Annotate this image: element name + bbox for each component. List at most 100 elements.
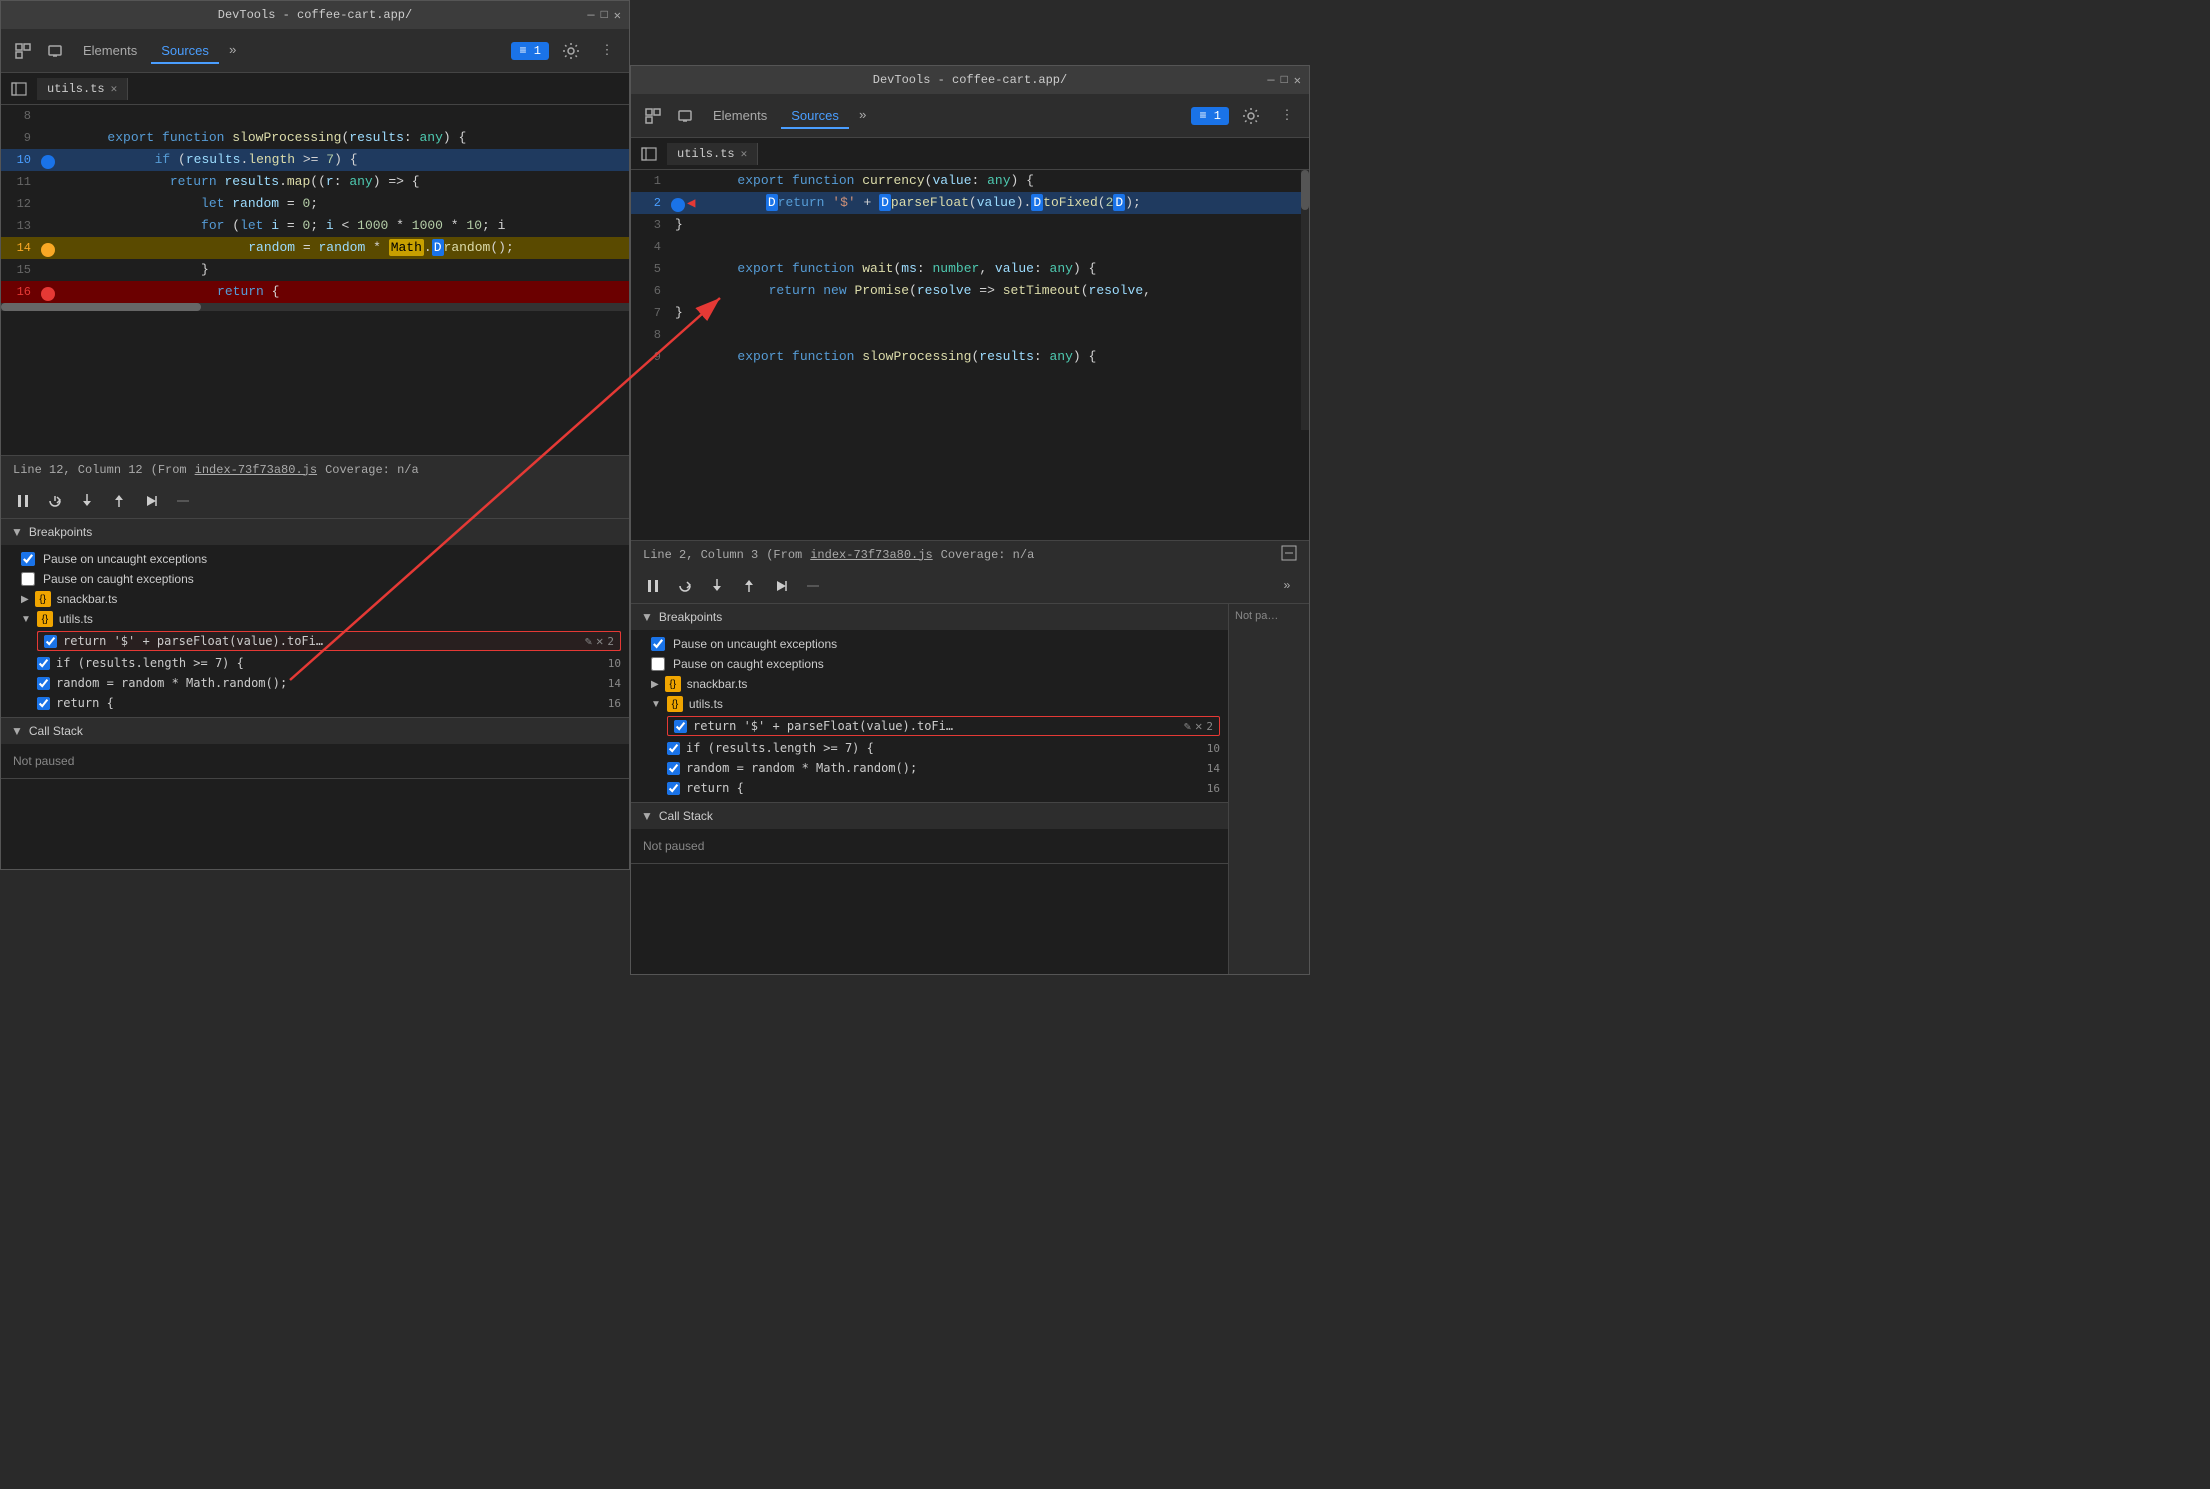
bp-item-length-1: if (results.length >= 7) { 10	[1, 653, 629, 673]
close-btn-2[interactable]: ✕	[1294, 73, 1301, 88]
pause-resume-btn-2[interactable]	[639, 572, 667, 600]
scrollbar-h-1[interactable]	[1, 303, 629, 311]
code-line-2-7: 7 }	[631, 302, 1309, 324]
window-controls-1[interactable]: — □ ✕	[587, 8, 621, 23]
file-tab-utils-2[interactable]: utils.ts ✕	[667, 143, 758, 165]
scrollbar-thumb-1[interactable]	[1, 303, 201, 311]
devtools-window-1: DevTools - coffee-cart.app/ — □ ✕ Elemen…	[0, 0, 630, 870]
source-file-link-1[interactable]: index-73f73a80.js	[195, 463, 317, 477]
utils-label-1: utils.ts	[59, 612, 93, 626]
settings-icon-1[interactable]	[557, 37, 585, 65]
pause-uncaught-checkbox-1[interactable]	[21, 552, 35, 566]
continue-btn-2[interactable]	[767, 572, 795, 600]
snackbar-label-2: snackbar.ts	[687, 677, 748, 691]
file-tab-utils-1[interactable]: utils.ts ✕	[37, 78, 128, 100]
maximize-btn-2[interactable]: □	[1281, 73, 1288, 87]
bp-random-checkbox-1[interactable]	[37, 677, 50, 690]
not-paused-1: Not paused	[1, 748, 629, 774]
call-stack-header-1[interactable]: ▼ Call Stack	[1, 718, 629, 744]
close-btn-1[interactable]: ✕	[614, 8, 621, 23]
settings-icon-2[interactable]	[1237, 102, 1265, 130]
step-over-btn-2[interactable]	[671, 572, 699, 600]
snackbar-label-1: snackbar.ts	[57, 592, 118, 606]
call-stack-header-2[interactable]: ▼ Call Stack	[631, 803, 1228, 829]
bp-currency-checkbox-2[interactable]	[674, 720, 687, 733]
file-tab-row-1: utils.ts ✕	[1, 73, 629, 105]
call-stack-arrow-2: ▼	[641, 809, 653, 823]
pause-caught-checkbox-1[interactable]	[21, 572, 35, 586]
pause-caught-item-1: Pause on caught exceptions	[1, 569, 629, 589]
bp-delete-icon-1[interactable]: ✕	[596, 634, 603, 648]
bp-length-checkbox-1[interactable]	[37, 657, 50, 670]
device-icon-1[interactable]	[41, 37, 69, 65]
bp-random-checkbox-2[interactable]	[667, 762, 680, 775]
minimize-btn-1[interactable]: —	[587, 8, 594, 22]
coverage-2: Coverage: n/a	[941, 548, 1035, 562]
pause-uncaught-label-2: Pause on uncaught exceptions	[673, 637, 837, 651]
breakpoints-header-1[interactable]: ▼ Breakpoints	[1, 519, 629, 545]
utils-group-2[interactable]: ▼ {} utils.ts	[631, 694, 1228, 714]
inspect-icon-1[interactable]	[9, 37, 37, 65]
call-stack-label-2: Call Stack	[659, 809, 713, 823]
tab-more-1[interactable]: »	[223, 39, 243, 62]
snackbar-group-2[interactable]: ▶ {} snackbar.ts	[631, 674, 1228, 694]
bp-delete-icon-2[interactable]: ✕	[1195, 719, 1202, 733]
code-line-2-2: 2 ◀ Dreturn '$' + DparseFloat(value).Dto…	[631, 192, 1309, 214]
bp-item-length-2: if (results.length >= 7) { 10	[631, 738, 1228, 758]
bp-return-checkbox-1[interactable]	[37, 697, 50, 710]
more-icon-2[interactable]: ⋮	[1273, 102, 1301, 130]
source-file-link-2[interactable]: index-73f73a80.js	[810, 548, 932, 562]
file-tab-close-2[interactable]: ✕	[741, 147, 748, 161]
pause-resume-btn-1[interactable]	[9, 487, 37, 515]
call-stack-content-1: Not paused	[1, 744, 629, 778]
snackbar-arrow-2: ▶	[651, 679, 659, 690]
pause-uncaught-checkbox-2[interactable]	[651, 637, 665, 651]
panel-expand-btn-2[interactable]: »	[1273, 572, 1301, 600]
tab-sources-1[interactable]: Sources	[151, 37, 219, 64]
step-out-btn-2[interactable]	[735, 572, 763, 600]
utils-arrow-2: ▼	[651, 699, 661, 710]
coverage-icon-2[interactable]	[1281, 545, 1297, 565]
bp-length-checkbox-2[interactable]	[667, 742, 680, 755]
step-into-btn-2[interactable]	[703, 572, 731, 600]
inspect-icon-2[interactable]	[639, 102, 667, 130]
scrollbar-v-2[interactable]	[1301, 170, 1309, 430]
continue-btn-1[interactable]	[137, 487, 165, 515]
bp-item-currency-1: return '$' + parseFloat(value).toFi… ✎ ✕…	[37, 631, 621, 651]
step-into-btn-1[interactable]	[73, 487, 101, 515]
tab-elements-2[interactable]: Elements	[703, 102, 777, 129]
minimize-btn-2[interactable]: —	[1267, 73, 1274, 87]
bp-return-checkbox-2[interactable]	[667, 782, 680, 795]
tab-elements-1[interactable]: Elements	[73, 37, 147, 64]
sidebar-toggle-1[interactable]	[5, 75, 33, 103]
debugger-toolbar-1	[1, 483, 629, 519]
breakpoints-content-2: Pause on uncaught exceptions Pause on ca…	[631, 630, 1228, 802]
code-area-2: 1 export function currency(value: any) {…	[631, 170, 1309, 540]
call-stack-content-2: Not paused	[631, 829, 1228, 863]
device-icon-2[interactable]	[671, 102, 699, 130]
snackbar-group-1[interactable]: ▶ {} snackbar.ts	[1, 589, 629, 609]
main-content-2: ▼ Breakpoints Pause on uncaught exceptio…	[631, 604, 1309, 974]
sidebar-toggle-2[interactable]	[635, 140, 663, 168]
tab-sources-2[interactable]: Sources	[781, 102, 849, 129]
bp-currency-checkbox-1[interactable]	[44, 635, 57, 648]
console-badge-1[interactable]: ≡ 1	[511, 42, 549, 60]
bp-edit-icon-2[interactable]: ✎	[1184, 719, 1191, 733]
pause-caught-checkbox-2[interactable]	[651, 657, 665, 671]
breakpoints-header-2[interactable]: ▼ Breakpoints	[631, 604, 1228, 630]
deactivate-btn-2[interactable]	[799, 572, 827, 600]
panels-area-1: ▼ Breakpoints Pause on uncaught exceptio…	[1, 519, 629, 869]
step-out-btn-1[interactable]	[105, 487, 133, 515]
step-over-btn-1[interactable]	[41, 487, 69, 515]
more-icon-1[interactable]: ⋮	[593, 37, 621, 65]
tab-more-2[interactable]: »	[853, 104, 873, 127]
maximize-btn-1[interactable]: □	[601, 8, 608, 22]
utils-group-1[interactable]: ▼ {} utils.ts	[1, 609, 629, 629]
window-controls-2[interactable]: — □ ✕	[1267, 73, 1301, 88]
bp-edit-icon-1[interactable]: ✎	[585, 634, 592, 648]
file-tab-row-2: utils.ts ✕	[631, 138, 1309, 170]
code-area-1: 8 9 export function slowProcessing(resul…	[1, 105, 629, 455]
deactivate-btn-1[interactable]	[169, 487, 197, 515]
console-badge-2[interactable]: ≡ 1	[1191, 107, 1229, 125]
file-tab-close-1[interactable]: ✕	[111, 82, 118, 96]
